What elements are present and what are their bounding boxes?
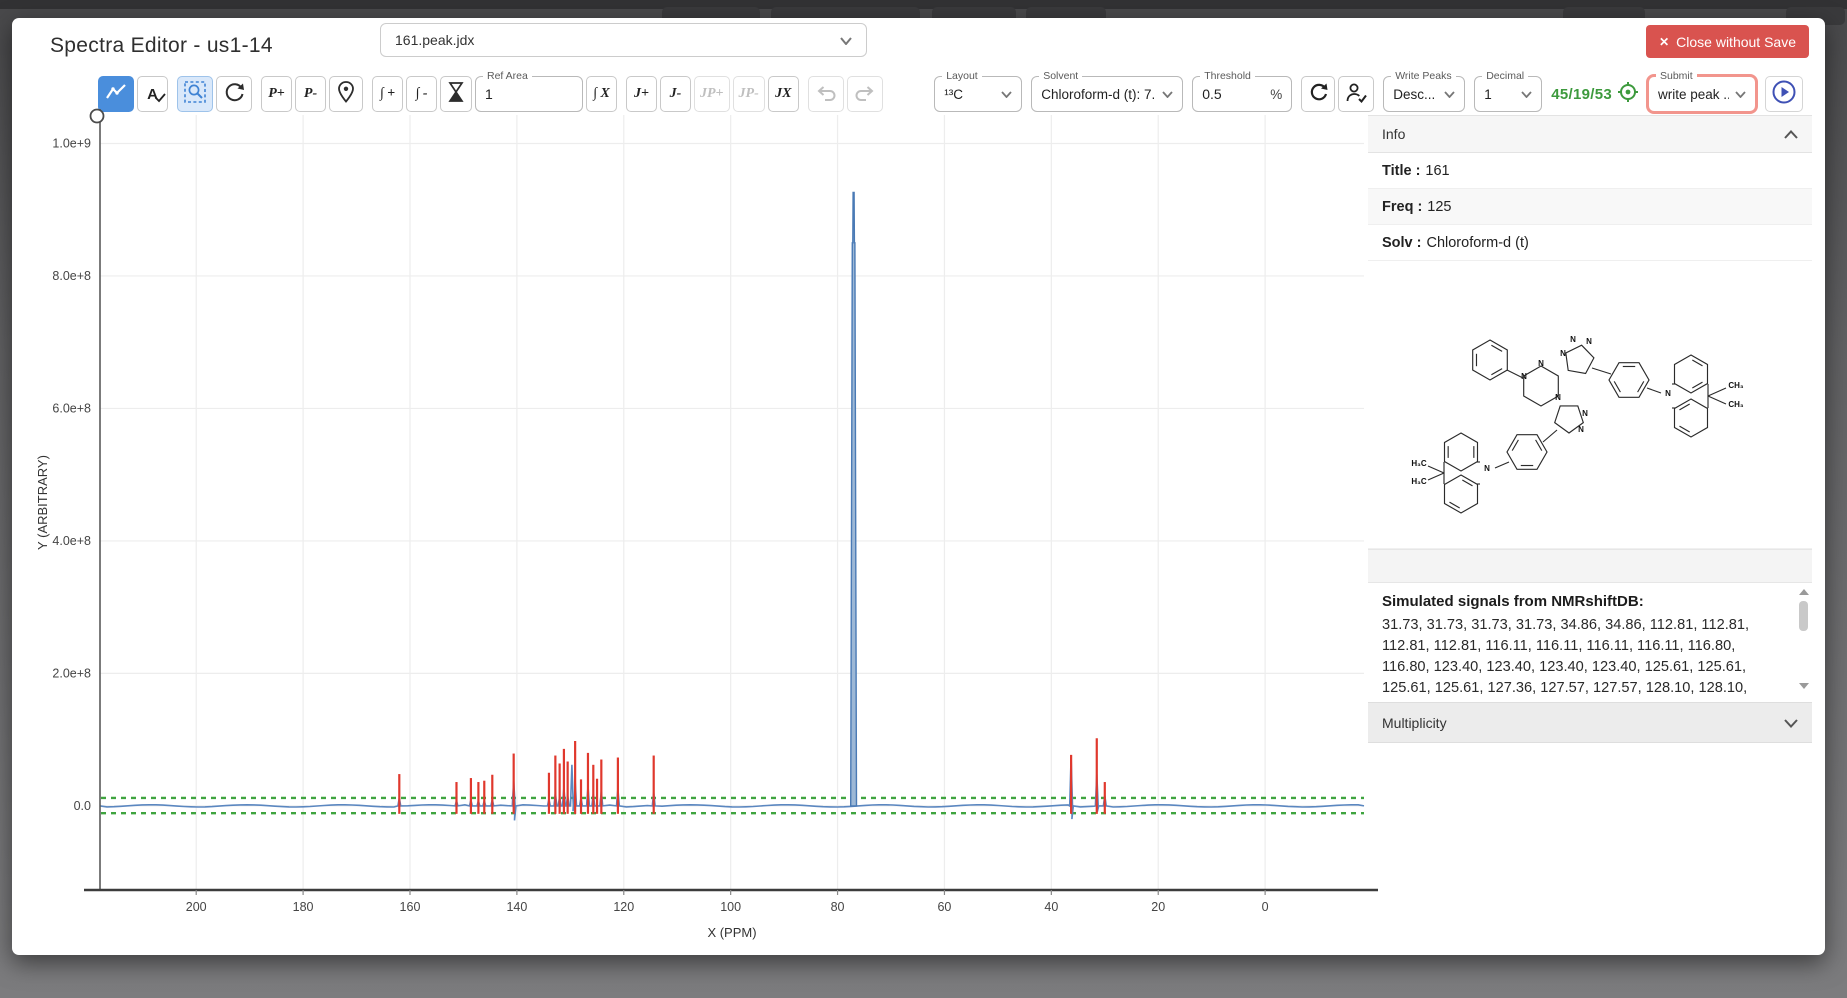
chevron-down-icon xyxy=(1156,85,1173,103)
scrollbar-up-arrow[interactable] xyxy=(1799,589,1809,595)
info-row-freq: Freq :125 xyxy=(1368,189,1812,225)
chevron-down-icon xyxy=(1438,85,1455,103)
y-axis-title: Y (ARBITRARY) xyxy=(35,455,50,550)
x-tick-label: 140 xyxy=(506,900,527,914)
y-tick-label: 6.0e+8 xyxy=(52,401,91,415)
write-peaks-select[interactable]: Write Peaks Desc... xyxy=(1383,76,1465,112)
chevron-down-icon xyxy=(1729,85,1746,103)
ref-area-input[interactable] xyxy=(485,86,573,102)
svg-text:N: N xyxy=(1586,337,1592,346)
gridlines xyxy=(100,115,1364,890)
spectra-editor-dialog: Spectra Editor - us1-14 161.peak.jdx ✕ C… xyxy=(12,18,1825,955)
svg-text:CH₃: CH₃ xyxy=(1728,381,1744,390)
submit-run-button[interactable] xyxy=(1765,76,1803,112)
y-tick-label: 0.0 xyxy=(74,799,91,813)
signals-values: 31.73, 31.73, 31.73, 31.73, 34.86, 34.86… xyxy=(1382,615,1786,695)
peak-counter: 45/19/53 xyxy=(1551,81,1639,108)
threshold-unit: % xyxy=(1262,87,1282,102)
x-tick-label: 120 xyxy=(613,900,634,914)
x-tick-label: 80 xyxy=(831,900,845,914)
solvent-peak xyxy=(851,193,857,806)
a-check-icon: A xyxy=(147,86,158,103)
chevron-down-icon xyxy=(840,32,852,48)
simulated-signals-box[interactable]: Simulated signals from NMRshiftDB: 31.73… xyxy=(1368,583,1812,695)
y-tick-label: 1.0e+9 xyxy=(52,136,91,150)
spectrum-line xyxy=(100,757,1364,821)
chevron-down-icon xyxy=(995,85,1012,103)
peak-counter-value: 45/19/53 xyxy=(1551,86,1612,103)
scrollbar-thumb[interactable] xyxy=(1799,601,1808,631)
person-check-icon xyxy=(1344,81,1368,108)
molecule-structure: NNNNNNNNNCH₃CH₃NH₃CH₃C xyxy=(1368,261,1812,549)
signals-header: Simulated signals from NMRshiftDB: xyxy=(1382,593,1786,610)
svg-text:N: N xyxy=(1538,359,1544,368)
threshold-input[interactable] xyxy=(1202,86,1240,102)
plot-corner-handle[interactable] xyxy=(91,110,104,123)
refresh-icon xyxy=(1307,81,1329,108)
svg-text:H₃C: H₃C xyxy=(1411,459,1426,468)
svg-text:N: N xyxy=(1555,393,1561,402)
close-icon: ✕ xyxy=(1659,35,1669,49)
info-accordion-header[interactable]: Info xyxy=(1368,115,1812,153)
close-without-save-button[interactable]: ✕ Close without Save xyxy=(1646,25,1809,58)
submit-select[interactable]: Submit write peak ... xyxy=(1648,76,1756,112)
svg-text:N: N xyxy=(1665,389,1671,398)
scrollbar[interactable] xyxy=(1798,589,1809,689)
redo-icon xyxy=(853,83,877,106)
x-tick-label: 0 xyxy=(1262,900,1269,914)
scrollbar-down-arrow[interactable] xyxy=(1799,683,1809,689)
y-tick-label: 2.0e+8 xyxy=(52,666,91,680)
x-tick-label: 20 xyxy=(1151,900,1165,914)
x-tick-label: 200 xyxy=(186,900,207,914)
undo-icon xyxy=(814,83,838,106)
svg-text:N: N xyxy=(1484,464,1490,473)
y-tick-label: 4.0e+8 xyxy=(52,534,91,548)
decimal-select[interactable]: Decimal 1 xyxy=(1474,76,1542,112)
svg-text:N: N xyxy=(1521,372,1527,381)
file-select-value: 161.peak.jdx xyxy=(395,32,474,48)
x-tick-label: 180 xyxy=(293,900,314,914)
svg-text:N: N xyxy=(1578,425,1584,434)
chevron-down-icon xyxy=(1784,715,1798,731)
svg-text:N: N xyxy=(1570,335,1576,344)
peak-markers xyxy=(399,738,1104,814)
page-title: Spectra Editor - us1-14 xyxy=(50,34,273,58)
x-axis-title: X (PPM) xyxy=(707,925,756,940)
chevron-up-icon xyxy=(1784,126,1798,142)
x-tick-label: 100 xyxy=(720,900,741,914)
svg-text:CH₃: CH₃ xyxy=(1728,400,1744,409)
spectrum-chart[interactable]: 2001801601401201008060402000.02.0e+84.0e… xyxy=(30,105,1380,945)
multiplicity-accordion-header[interactable]: Multiplicity xyxy=(1368,702,1812,743)
svg-text:N: N xyxy=(1560,349,1566,358)
svg-text:H₃C: H₃C xyxy=(1411,477,1426,486)
line-chart-icon xyxy=(104,81,128,108)
x-tick-label: 160 xyxy=(400,900,421,914)
info-row-title: Title :161 xyxy=(1368,153,1812,189)
x-tick-label: 60 xyxy=(937,900,951,914)
info-panel: Info Title :161 Freq :125 Solv :Chlorofo… xyxy=(1368,115,1812,815)
chevron-down-icon xyxy=(1515,85,1532,103)
panel-divider-band xyxy=(1368,549,1812,583)
target-icon[interactable] xyxy=(1617,81,1639,108)
svg-text:N: N xyxy=(1582,409,1588,418)
info-row-solvent: Solv :Chloroform-d (t) xyxy=(1368,225,1812,261)
y-tick-label: 8.0e+8 xyxy=(52,269,91,283)
file-select[interactable]: 161.peak.jdx xyxy=(380,23,867,57)
play-circle-icon xyxy=(1771,79,1797,110)
x-tick-label: 40 xyxy=(1044,900,1058,914)
